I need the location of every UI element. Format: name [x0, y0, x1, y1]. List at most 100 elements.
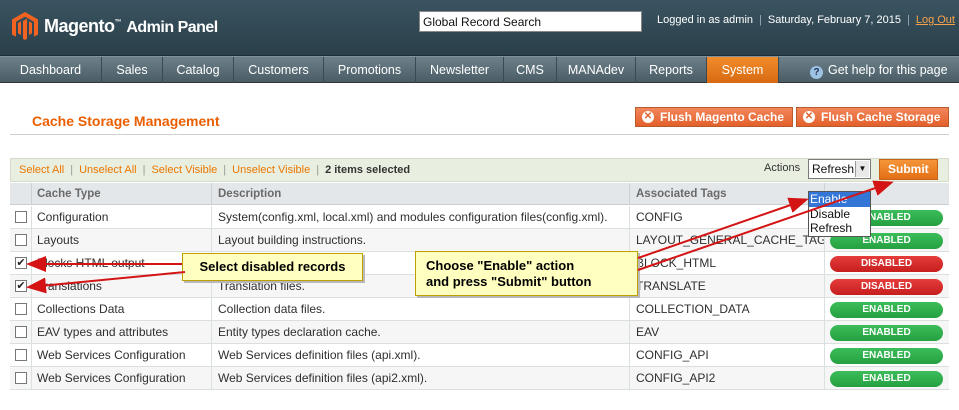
tags-cell: CONFIG_API2	[630, 367, 825, 390]
status-badge: ENABLED	[830, 348, 943, 364]
row-checkbox[interactable]: ✔	[15, 257, 27, 269]
tags-cell: CONFIG_API	[630, 344, 825, 367]
description-cell: Layout building instructions.	[212, 229, 630, 252]
nav-sales[interactable]: Sales	[102, 57, 163, 83]
actions-select-value: Refresh	[812, 162, 855, 176]
cache-type-cell: Web Services Configuration	[32, 367, 212, 390]
nav-cms[interactable]: CMS	[504, 57, 557, 83]
logged-in-text: Logged in as admin	[657, 14, 754, 26]
flush-magento-label: Flush Magento Cache	[660, 110, 785, 124]
submit-button[interactable]: Submit	[879, 159, 938, 180]
flush-cache-storage-button[interactable]: ✕ Flush Cache Storage	[796, 107, 950, 127]
row-checkbox[interactable]: ✔	[15, 280, 27, 292]
callout-line-1: Choose "Enable" action	[426, 258, 575, 273]
logo-sub: Admin Panel	[126, 19, 218, 36]
tags-cell: LAYOUT_GENERAL_CACHE_TAG	[630, 229, 825, 252]
status-badge: DISABLED	[830, 256, 943, 272]
flush-icon: ✕	[642, 111, 654, 123]
admin-header: Magento™ Admin Panel Global Record Searc…	[0, 0, 959, 56]
header-date: Saturday, February 7, 2015	[767, 14, 901, 26]
row-checkbox[interactable]	[15, 372, 27, 384]
table-row[interactable]: EAV types and attributes Entity types dec…	[10, 321, 949, 344]
page-title: Cache Storage Management	[32, 113, 220, 129]
table-row[interactable]: Collections Data Collection data files. CO…	[10, 298, 949, 321]
tags-cell: BLOCK_HTML	[630, 252, 825, 275]
nav-reports[interactable]: Reports	[636, 57, 707, 83]
magento-logo-icon	[12, 12, 38, 40]
logout-link[interactable]: Log Out	[916, 14, 955, 26]
header-info: Logged in as admin | Saturday, February 7,…	[657, 14, 955, 26]
row-checkbox-cell	[10, 367, 32, 390]
select-all-link[interactable]: Select All	[19, 164, 64, 176]
nav-manadev[interactable]: MANAdev	[557, 57, 636, 83]
row-checkbox[interactable]	[15, 211, 27, 223]
row-checkbox-cell	[10, 206, 32, 229]
cache-type-cell: Configuration	[32, 206, 212, 229]
option-disable[interactable]: Disable	[809, 207, 870, 222]
callout-line-2: and press "Submit" button	[426, 274, 592, 289]
table-row[interactable]: Web Services Configuration Web Services d…	[10, 367, 949, 390]
row-checkbox[interactable]	[15, 234, 27, 246]
cache-type-cell: Collections Data	[32, 298, 212, 321]
option-enable[interactable]: Enable	[809, 192, 870, 207]
row-checkbox-cell: ✔	[10, 275, 32, 298]
row-checkbox[interactable]	[15, 303, 27, 315]
tags-cell: CONFIG	[630, 206, 825, 229]
flush-magento-cache-button[interactable]: ✕ Flush Magento Cache	[635, 107, 794, 127]
row-checkbox-cell: ✔	[10, 252, 32, 275]
description-cell: System(config.xml, local.xml) and module…	[212, 206, 630, 229]
cache-type-cell: EAV types and attributes	[32, 321, 212, 344]
tags-cell: COLLECTION_DATA	[630, 298, 825, 321]
description-cell: Entity types declaration cache.	[212, 321, 630, 344]
help-link[interactable]: ? Get help for this page	[810, 57, 948, 83]
help-icon: ?	[810, 66, 823, 79]
global-search-input[interactable]: Global Record Search	[419, 11, 642, 32]
table-row[interactable]: Web Services Configuration Web Services d…	[10, 344, 949, 367]
unselect-all-link[interactable]: Unselect All	[79, 164, 136, 176]
title-divider	[10, 134, 949, 135]
row-checkbox[interactable]	[15, 326, 27, 338]
description-cell: Web Services definition files (api.xml).	[212, 344, 630, 367]
logo-text: Magento™ Admin Panel	[44, 16, 218, 36]
select-visible-link[interactable]: Select Visible	[151, 164, 217, 176]
actions-label: Actions	[764, 162, 801, 174]
actions-select[interactable]: Refresh ▼	[808, 159, 871, 179]
help-label: Get help for this page	[828, 63, 948, 77]
description-cell: Web Services definition files (api2.xml)…	[212, 367, 630, 390]
items-selected-count: 2 items selected	[325, 164, 411, 176]
tags-cell: EAV	[630, 321, 825, 344]
callout-select-disabled: Select disabled records	[182, 253, 363, 281]
row-checkbox-cell	[10, 298, 32, 321]
row-checkbox-cell	[10, 321, 32, 344]
row-checkbox-cell	[10, 229, 32, 252]
nav-dashboard[interactable]: Dashboard	[0, 57, 102, 83]
row-checkbox[interactable]	[15, 349, 27, 361]
massaction-links: Select All | Unselect All | Select Visible | U…	[19, 164, 411, 176]
status-badge: ENABLED	[830, 371, 943, 387]
main-nav: Dashboard Sales Catalog Customers Promot…	[0, 56, 959, 83]
status-badge: ENABLED	[830, 325, 943, 341]
chevron-down-icon: ▼	[855, 161, 869, 177]
nav-newsletter[interactable]: Newsletter	[416, 57, 504, 83]
nav-system[interactable]: System	[707, 57, 779, 83]
cache-type-cell: Layouts	[32, 229, 212, 252]
header-associated-tags[interactable]: Associated Tags	[630, 183, 825, 205]
nav-customers[interactable]: Customers	[234, 57, 324, 83]
logo-main: Magento	[44, 16, 115, 36]
option-refresh[interactable]: Refresh	[809, 221, 870, 236]
status-badge: DISABLED	[830, 279, 943, 295]
description-cell: Collection data files.	[212, 298, 630, 321]
flush-icon: ✕	[803, 111, 815, 123]
header-cache-type[interactable]: Cache Type	[32, 183, 212, 205]
header-description[interactable]: Description	[212, 183, 630, 205]
status-badge: ENABLED	[830, 302, 943, 318]
nav-promotions[interactable]: Promotions	[324, 57, 416, 83]
row-checkbox-cell	[10, 344, 32, 367]
cache-type-cell: Web Services Configuration	[32, 344, 212, 367]
header-checkbox-col	[10, 183, 32, 205]
nav-catalog[interactable]: Catalog	[163, 57, 234, 83]
callout-choose-enable: Choose "Enable" action and press "Submit…	[415, 251, 638, 296]
unselect-visible-link[interactable]: Unselect Visible	[232, 164, 310, 176]
tags-cell: TRANSLATE	[630, 275, 825, 298]
flush-storage-label: Flush Cache Storage	[821, 110, 941, 124]
